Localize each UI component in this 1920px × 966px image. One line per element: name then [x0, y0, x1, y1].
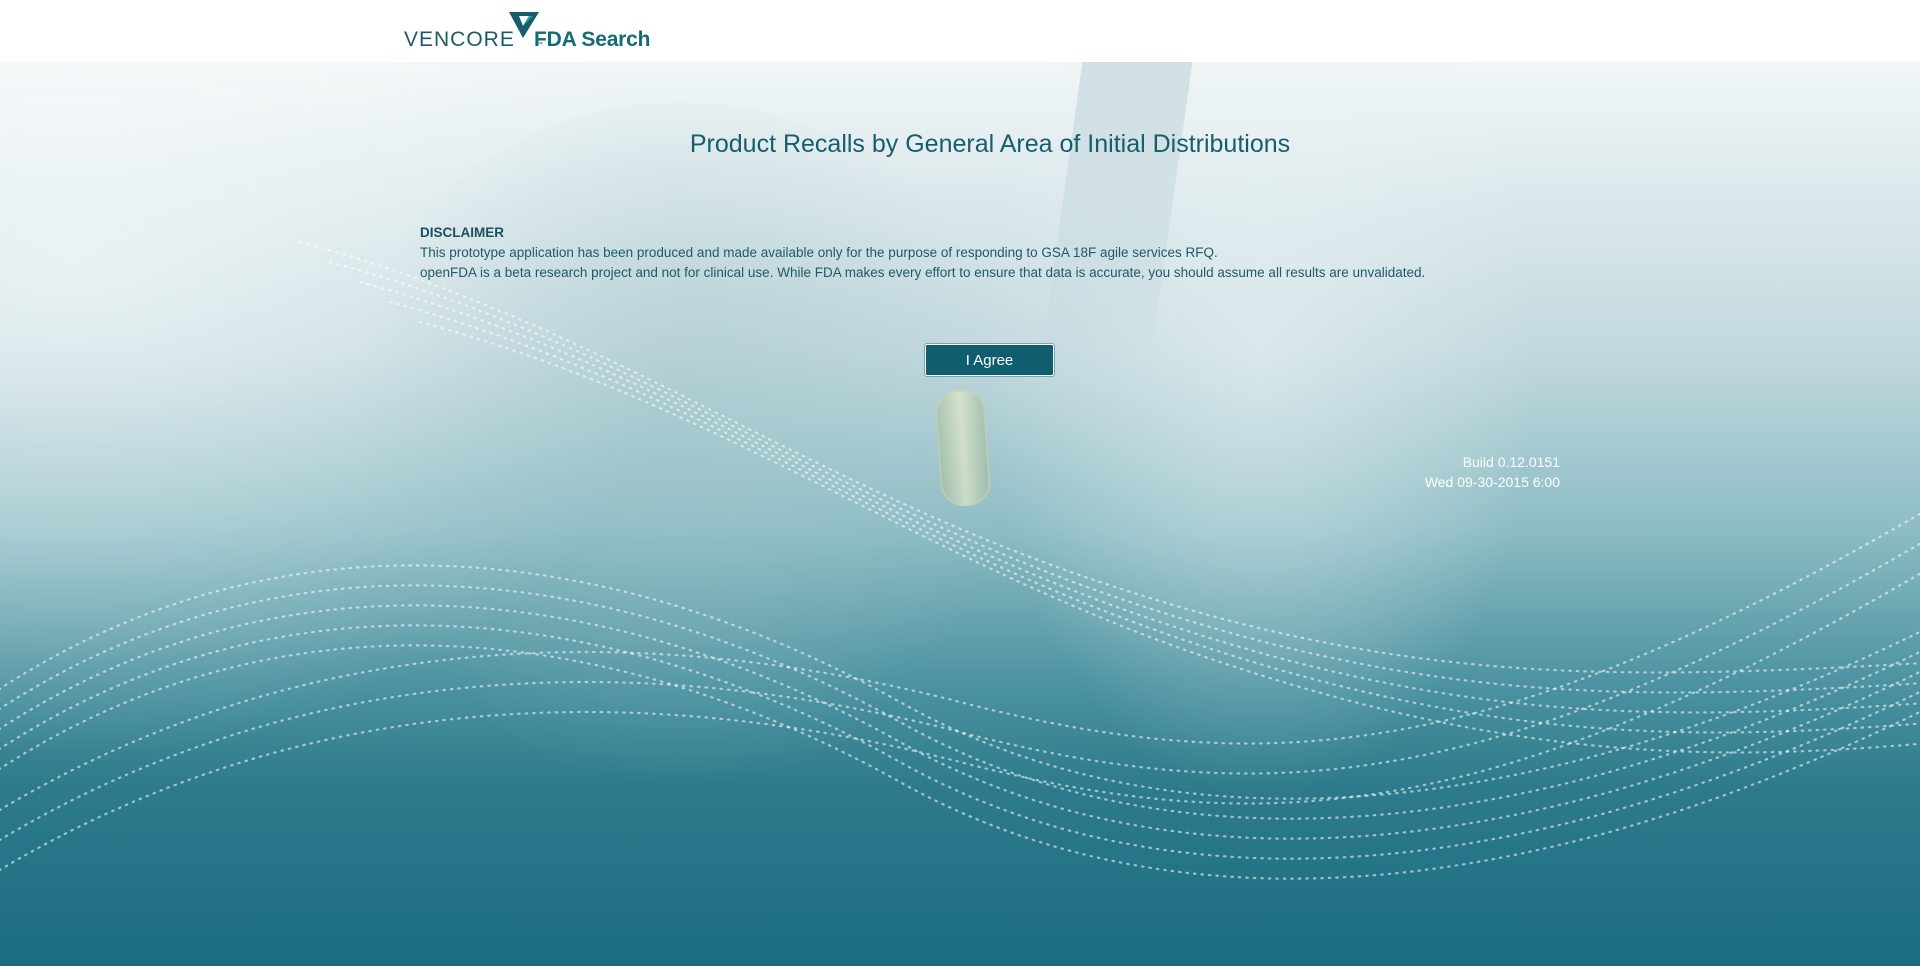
- page-title: Product Recalls by General Area of Initi…: [689, 130, 1291, 158]
- build-info: Build 0.12.0151 Wed 09-30-2015 6:00: [1425, 452, 1560, 492]
- disclaimer-line-1: This prototype application has been prod…: [420, 245, 1218, 260]
- disclaimer-heading: DISCLAIMER: [420, 225, 504, 240]
- build-version: Build 0.12.0151: [1462, 454, 1560, 470]
- logo-wordmark: VENCORE: [404, 28, 515, 51]
- vencore-logo[interactable]: VENCORE ™: [404, 12, 543, 52]
- background-hero: [0, 62, 1920, 966]
- app-name: FDA Search: [534, 28, 651, 51]
- build-date: Wed 09-30-2015 6:00: [1424, 474, 1560, 490]
- header: VENCORE ™ FDA Search: [0, 0, 1920, 62]
- agree-button[interactable]: I Agree: [925, 344, 1054, 376]
- disclaimer-line-2: openFDA is a beta research project and n…: [420, 265, 1426, 280]
- disclaimer-block: DISCLAIMER This prototype application ha…: [420, 223, 1425, 283]
- dotted-waves-decoration: [0, 240, 1920, 880]
